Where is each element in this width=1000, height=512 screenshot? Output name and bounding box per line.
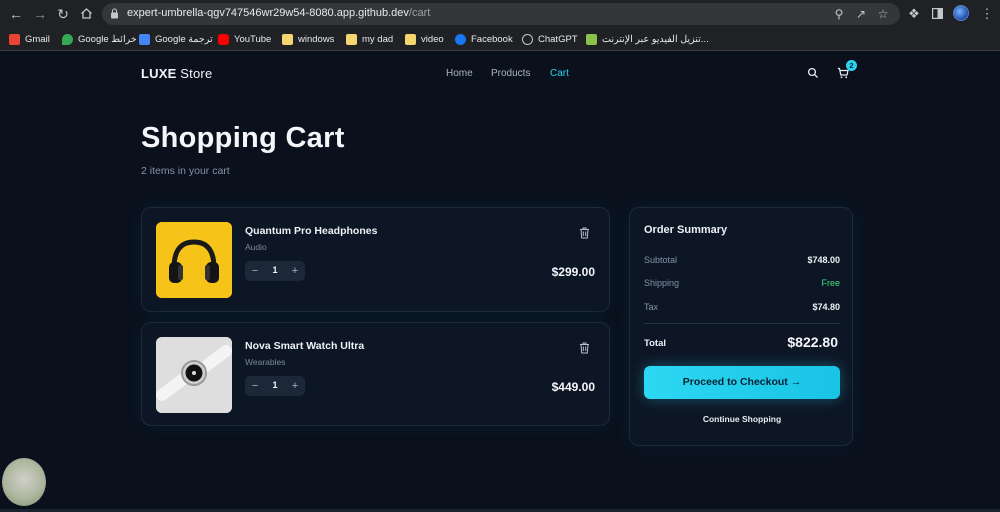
floating-widget-logo[interactable] xyxy=(2,458,46,506)
nav-products[interactable]: Products xyxy=(491,68,530,79)
browser-toolbar: ← → ↻ expert-umbrella-qgv747546wr29w54-8… xyxy=(0,0,1000,27)
cart-item-card: Nova Smart Watch Ultra Wearables − 1 + $… xyxy=(141,322,610,426)
folder-icon xyxy=(346,33,357,45)
quantity-stepper: − 1 + xyxy=(245,376,305,396)
cart-count-badge: 2 xyxy=(846,60,857,71)
decrease-quantity-button[interactable]: − xyxy=(247,378,263,394)
search-icon[interactable] xyxy=(807,67,819,79)
browser-chrome: ← → ↻ expert-umbrella-qgv747546wr29w54-8… xyxy=(0,0,1000,51)
tax-label: Tax xyxy=(644,302,659,312)
reload-icon[interactable]: ↻ xyxy=(53,4,73,24)
summary-divider xyxy=(644,323,840,324)
maps-icon xyxy=(62,33,73,45)
profile-avatar[interactable] xyxy=(953,5,969,21)
product-category: Wearables xyxy=(245,357,286,367)
tax-row: Tax $74.80 xyxy=(644,302,840,314)
quantity-value: 1 xyxy=(272,380,278,390)
youtube-icon xyxy=(218,33,229,45)
bookmark-windows[interactable]: windows xyxy=(282,31,334,47)
bookmarks-bar: Gmail Google خرائط Google ترجمة YouTube … xyxy=(0,28,1000,50)
product-price: $299.00 xyxy=(551,265,595,279)
page-title: Shopping Cart xyxy=(141,122,345,154)
subtotal-value: $748.00 xyxy=(807,255,840,265)
nav-home[interactable]: Home xyxy=(446,68,473,79)
bookmark-gmail[interactable]: Gmail xyxy=(9,31,50,47)
product-price: $449.00 xyxy=(551,380,595,394)
order-summary: Order Summary Subtotal $748.00 Shipping … xyxy=(629,207,853,446)
chatgpt-icon xyxy=(522,33,533,45)
bookmark-maps[interactable]: Google خرائط xyxy=(62,31,137,47)
total-value: $822.80 xyxy=(787,334,838,350)
search-zoom-icon[interactable]: ⚲ xyxy=(831,6,847,22)
trash-icon[interactable] xyxy=(579,227,590,239)
menu-kebab-icon[interactable]: ⋮ xyxy=(978,5,996,23)
store-page: LUXE Store Home Products Cart 2 Shopping… xyxy=(0,51,1000,512)
headphones-image[interactable] xyxy=(156,222,232,298)
address-bar[interactable]: expert-umbrella-qgv747546wr29w54-8080.ap… xyxy=(102,3,900,25)
store-logo[interactable]: LUXE Store xyxy=(141,66,212,81)
arrow-right-icon: → xyxy=(790,376,802,388)
bookmark-chatgpt[interactable]: ChatGPT xyxy=(522,31,578,47)
home-icon[interactable] xyxy=(76,4,96,24)
folder-icon xyxy=(405,33,416,45)
total-label: Total xyxy=(644,338,666,349)
extensions-icon[interactable]: ❖ xyxy=(905,5,923,23)
lock-icon xyxy=(111,8,118,19)
quantity-stepper: − 1 + xyxy=(245,261,305,281)
continue-shopping-link[interactable]: Continue Shopping xyxy=(644,414,840,424)
product-name[interactable]: Nova Smart Watch Ultra xyxy=(245,340,364,352)
gmail-icon xyxy=(9,33,20,45)
increase-quantity-button[interactable]: + xyxy=(287,378,303,394)
shipping-label: Shipping xyxy=(644,278,680,288)
bookmark-translate[interactable]: Google ترجمة xyxy=(139,31,213,47)
url-text: expert-umbrella-qgv747546wr29w54-8080.ap… xyxy=(127,7,431,19)
increase-quantity-button[interactable]: + xyxy=(287,263,303,279)
shipping-row: Shipping Free xyxy=(644,278,840,290)
smartwatch-image[interactable] xyxy=(156,337,232,413)
facebook-icon xyxy=(455,33,466,45)
forward-icon[interactable]: → xyxy=(30,4,50,24)
share-icon[interactable]: ↗ xyxy=(853,6,869,22)
bookmark-star-icon[interactable]: ☆ xyxy=(875,6,891,22)
bookmark-video[interactable]: video xyxy=(405,31,444,47)
product-category: Audio xyxy=(245,242,267,252)
subtotal-label: Subtotal xyxy=(644,255,678,265)
quantity-value: 1 xyxy=(272,265,278,275)
cart-item-card: Quantum Pro Headphones Audio − 1 + $299.… xyxy=(141,207,610,312)
bookmark-facebook[interactable]: Facebook xyxy=(455,31,513,47)
order-summary-title: Order Summary xyxy=(644,224,728,236)
side-panel-icon[interactable] xyxy=(928,5,946,23)
bookmark-youtube[interactable]: YouTube xyxy=(218,31,271,47)
product-name[interactable]: Quantum Pro Headphones xyxy=(245,225,377,237)
folder-icon xyxy=(282,33,293,45)
site-header: LUXE Store Home Products Cart 2 xyxy=(0,51,1000,97)
bookmark-download-video[interactable]: تنزيل الفيديو عبر الإنترنت... xyxy=(586,31,709,47)
cart-item-count: 2 items in your cart xyxy=(141,165,230,177)
trash-icon[interactable] xyxy=(579,342,590,354)
proceed-to-checkout-button[interactable]: Proceed to Checkout → xyxy=(644,366,840,399)
download-icon xyxy=(586,33,597,45)
translate-icon xyxy=(139,33,150,45)
tax-value: $74.80 xyxy=(812,302,840,312)
nav-cart[interactable]: Cart xyxy=(550,68,569,79)
shipping-value: Free xyxy=(821,278,840,288)
bookmark-my-dad[interactable]: my dad xyxy=(346,31,393,47)
back-icon[interactable]: ← xyxy=(6,4,26,24)
subtotal-row: Subtotal $748.00 xyxy=(644,255,840,267)
decrease-quantity-button[interactable]: − xyxy=(247,263,263,279)
